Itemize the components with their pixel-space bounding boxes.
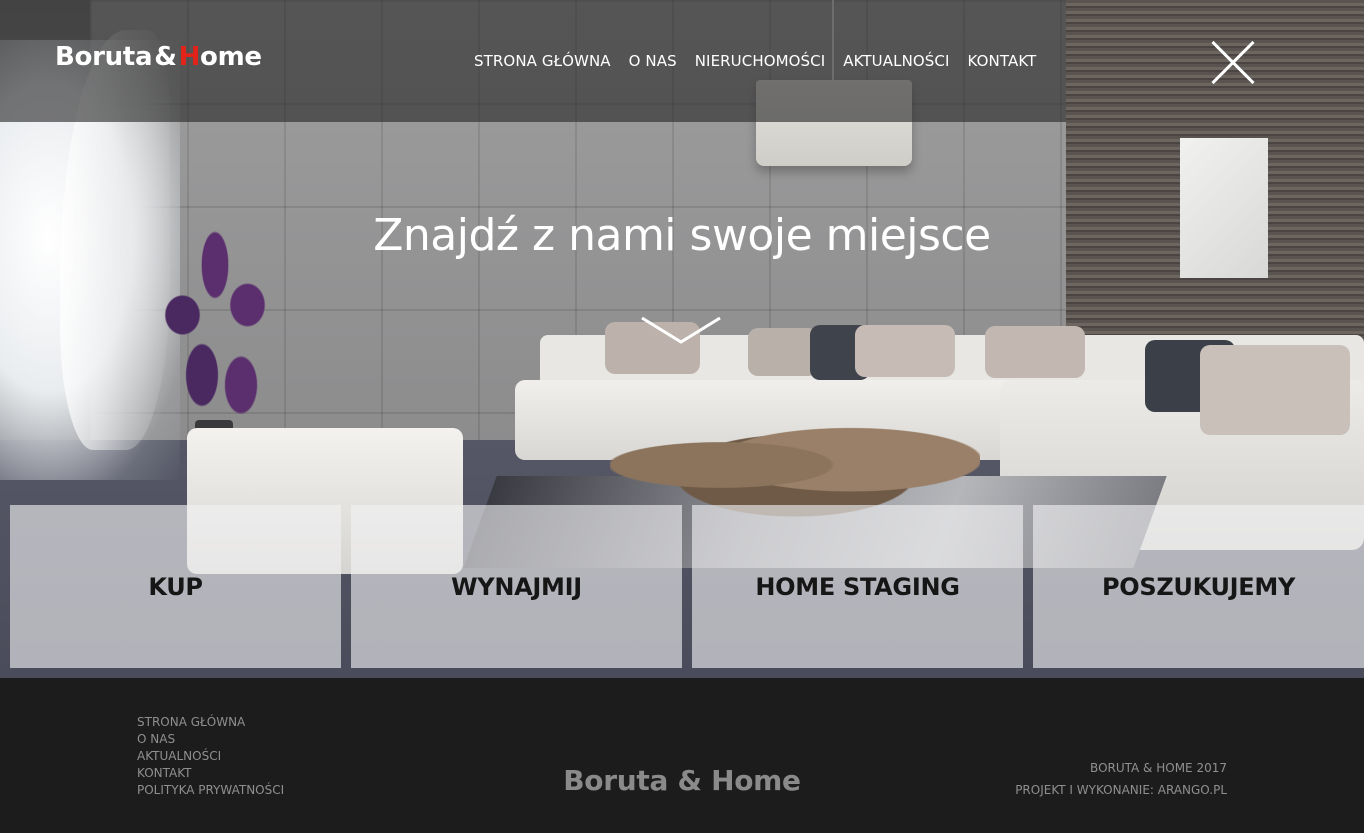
nav-item-home[interactable]: STRONA GŁÓWNA bbox=[474, 52, 611, 70]
background-coffee-table bbox=[610, 412, 980, 518]
footer-link-news[interactable]: AKTUALNOŚCI bbox=[137, 748, 284, 765]
background-pillow bbox=[985, 326, 1085, 378]
tile-buy[interactable]: KUP bbox=[10, 505, 341, 668]
logo-text: Boruta bbox=[55, 42, 153, 72]
footer-credits: BORUTA & HOME 2017 PROJEKT I WYKONANIE: … bbox=[1015, 757, 1227, 801]
tile-rent[interactable]: WYNAJMIJ bbox=[351, 505, 682, 668]
background-pillow bbox=[855, 325, 955, 377]
footer-copyright: BORUTA & HOME 2017 bbox=[1090, 761, 1227, 775]
site-footer: STRONA GŁÓWNA O NAS AKTUALNOŚCI KONTAKT … bbox=[0, 678, 1364, 833]
footer-link-about[interactable]: O NAS bbox=[137, 731, 284, 748]
background-pillow bbox=[748, 328, 818, 376]
logo-h-accent: H bbox=[178, 42, 201, 72]
background-pillow bbox=[1200, 345, 1350, 435]
tile-looking-for[interactable]: POSZUKUJEMY bbox=[1033, 505, 1364, 668]
site-header: Boruta&Home STRONA GŁÓWNA O NAS NIERUCHO… bbox=[0, 0, 1066, 122]
tile-rent-label: WYNAJMIJ bbox=[451, 573, 582, 601]
chevron-down-icon[interactable] bbox=[640, 314, 722, 346]
logo-text-rest: ome bbox=[200, 42, 262, 72]
footer-credit[interactable]: PROJEKT I WYKONANIE: ARANGO.PL bbox=[1015, 779, 1227, 801]
main-nav: STRONA GŁÓWNA O NAS NIERUCHOMOŚCI AKTUAL… bbox=[474, 52, 1036, 70]
tile-looking-for-label: POSZUKUJEMY bbox=[1101, 573, 1296, 601]
nav-item-about[interactable]: O NAS bbox=[629, 52, 677, 70]
footer-link-home[interactable]: STRONA GŁÓWNA bbox=[137, 714, 284, 731]
nav-item-contact[interactable]: KONTAKT bbox=[968, 52, 1037, 70]
tile-home-staging[interactable]: HOME STAGING bbox=[692, 505, 1023, 668]
nav-item-properties[interactable]: NIERUCHOMOŚCI bbox=[695, 52, 826, 70]
logo-ampersand: & bbox=[154, 42, 177, 72]
tile-home-staging-label: HOME STAGING bbox=[755, 573, 960, 601]
hero-headline: Znajdź z nami swoje miejsce bbox=[373, 210, 991, 261]
site-logo[interactable]: Boruta&Home bbox=[55, 42, 262, 72]
hero-section: Boruta&Home STRONA GŁÓWNA O NAS NIERUCHO… bbox=[0, 0, 1364, 678]
nav-item-news[interactable]: AKTUALNOŚCI bbox=[843, 52, 949, 70]
tile-buy-label: KUP bbox=[148, 573, 203, 601]
category-tiles: KUP WYNAJMIJ HOME STAGING POSZUKUJEMY bbox=[10, 505, 1364, 668]
close-icon[interactable] bbox=[1212, 42, 1254, 84]
